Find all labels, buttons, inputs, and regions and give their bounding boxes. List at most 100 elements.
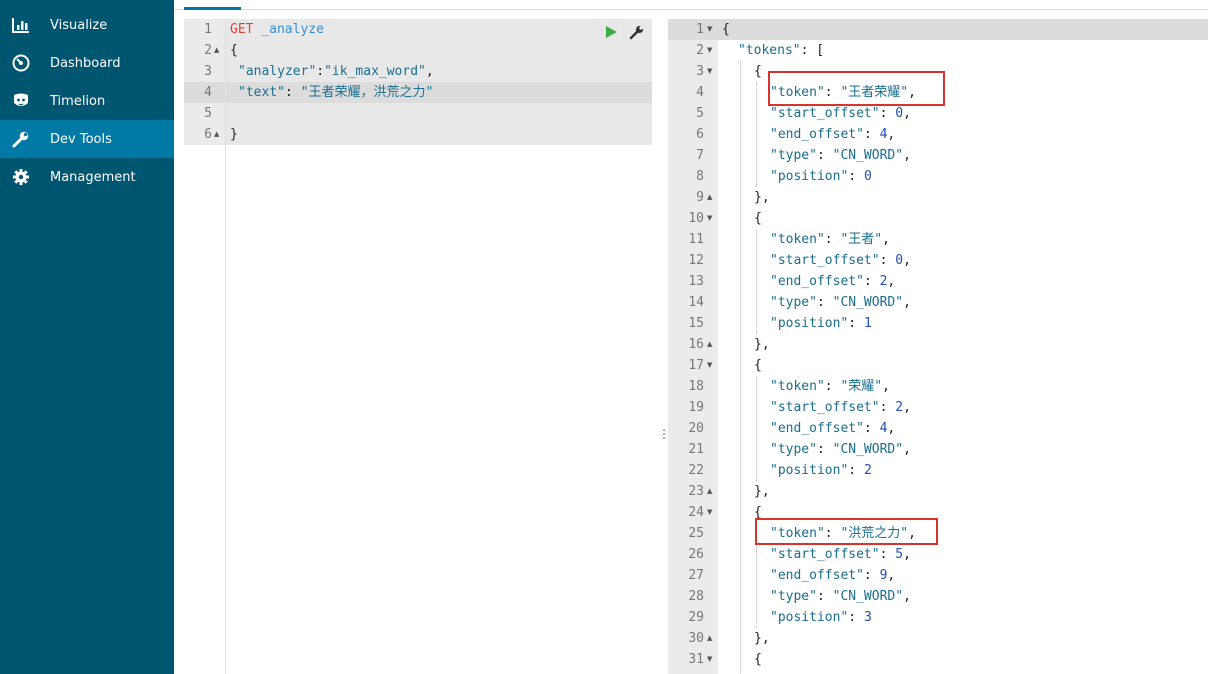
response-line: "position": 1 [770,316,872,331]
line-number: 9 [696,190,704,205]
response-line: "start_offset": 5, [770,547,911,562]
nav-item-timelion[interactable]: Timelion [0,82,174,120]
fold-down-icon[interactable]: ▼ [707,46,712,54]
console-tab-indicator[interactable] [184,7,241,10]
position-value: 3 [863,610,872,625]
line-number: 6 [204,127,212,142]
fold-down-icon[interactable]: ▼ [707,508,712,516]
fold-down-icon[interactable]: ▼ [707,655,712,663]
json-string: "王者荣耀，洪荒之力" [300,85,434,100]
line-number: 14 [688,295,704,310]
request-editor[interactable] [184,19,652,674]
response-line: "tokens": [ [738,43,825,58]
indent-guide [756,82,757,187]
line-number: 28 [688,589,704,604]
response-line: "start_offset": 0, [770,106,911,121]
json-key: "analyzer" [238,64,317,79]
fold-up-icon[interactable]: ▲ [707,634,712,642]
fold-up-icon[interactable]: ▲ [707,193,712,201]
response-line: "type": "CN_WORD", [770,148,911,163]
line-number: 4 [696,85,704,100]
response-line: { [754,652,762,667]
sidebar: Visualize Dashboard Timelion Dev Tools M… [0,0,174,674]
response-line: "start_offset": 0, [770,253,911,268]
line-number: 23 [688,484,704,499]
line-number: 4 [204,85,212,100]
response-line: "position": 0 [770,169,872,184]
request-line-2: { [230,43,238,58]
fold-up-icon[interactable]: ▲ [707,487,712,495]
fold-up-icon[interactable]: ▲ [214,130,219,138]
line-number: 21 [688,442,704,457]
annotation-box [768,71,945,106]
line-number: 3 [204,64,212,79]
line-number: 13 [688,274,704,289]
fold-up-icon[interactable]: ▲ [214,46,219,54]
nav-item-dev-tools[interactable]: Dev Tools [0,120,174,158]
nav-label: Dev Tools [50,131,112,147]
line-number: 2 [696,43,704,58]
gear-icon [12,168,30,186]
response-line: { [754,358,762,373]
line-number: 20 [688,421,704,436]
line-number: 16 [688,337,704,352]
token-value: "荣耀" [840,379,883,394]
json-key: "tokens" [738,43,801,58]
line-number: 12 [688,253,704,268]
line-number: 1 [204,22,212,37]
nav-item-management[interactable]: Management [0,158,174,196]
request-line-4: "text": "王者荣耀，洪荒之力" [238,85,434,100]
nav-item-visualize[interactable]: Visualize [0,6,174,44]
nav-item-dashboard[interactable]: Dashboard [0,44,174,82]
request-line-1: GET _analyze [230,19,324,40]
line-number: 24 [688,505,704,520]
dashboard-icon [12,54,30,72]
token-value: "王者" [840,232,883,247]
type-value: "CN_WORD" [832,589,904,604]
response-line: }, [754,484,770,499]
fold-down-icon[interactable]: ▼ [707,25,712,33]
line-number: 5 [204,106,212,121]
response-line: "token": "荣耀", [770,379,890,394]
response-active-line [668,19,1208,40]
nav-label: Timelion [50,93,106,109]
line-number: 18 [688,379,704,394]
nav-label: Dashboard [50,55,121,71]
line-number: 7 [696,148,704,163]
response-line: "position": 2 [770,463,872,478]
line-number: 8 [696,169,704,184]
request-path: _analyze [261,22,324,37]
line-number: 25 [688,526,704,541]
line-number: 22 [688,463,704,478]
fold-down-icon[interactable]: ▼ [707,67,712,75]
indent-guide [756,229,757,334]
play-icon[interactable] [604,25,618,44]
start-offset-value: 5 [895,547,904,562]
response-line: "start_offset": 2, [770,400,911,415]
line-number: 1 [696,22,704,37]
fold-down-icon[interactable]: ▼ [707,214,712,222]
line-number: 3 [696,64,704,79]
start-offset-value: 2 [895,400,904,415]
indent-guide [756,376,757,481]
indent-guide [740,61,741,674]
line-number: 29 [688,610,704,625]
line-number: 6 [696,127,704,142]
line-number: 27 [688,568,704,583]
response-line: { [754,64,762,79]
annotation-box [755,518,938,545]
fold-down-icon[interactable]: ▼ [707,361,712,369]
type-value: "CN_WORD" [832,295,904,310]
wrench-settings-icon[interactable] [629,24,645,45]
line-number: 5 [696,106,704,121]
response-line: "end_offset": 2, [770,274,896,289]
fold-up-icon[interactable]: ▲ [707,340,712,348]
http-method: GET [230,22,254,37]
response-line: "type": "CN_WORD", [770,295,911,310]
response-line: { [722,22,730,37]
line-number: 17 [688,358,704,373]
position-value: 1 [863,316,872,331]
response-line: "type": "CN_WORD", [770,589,911,604]
response-line: "end_offset": 4, [770,421,896,436]
json-string: "ik_max_word" [324,64,426,79]
